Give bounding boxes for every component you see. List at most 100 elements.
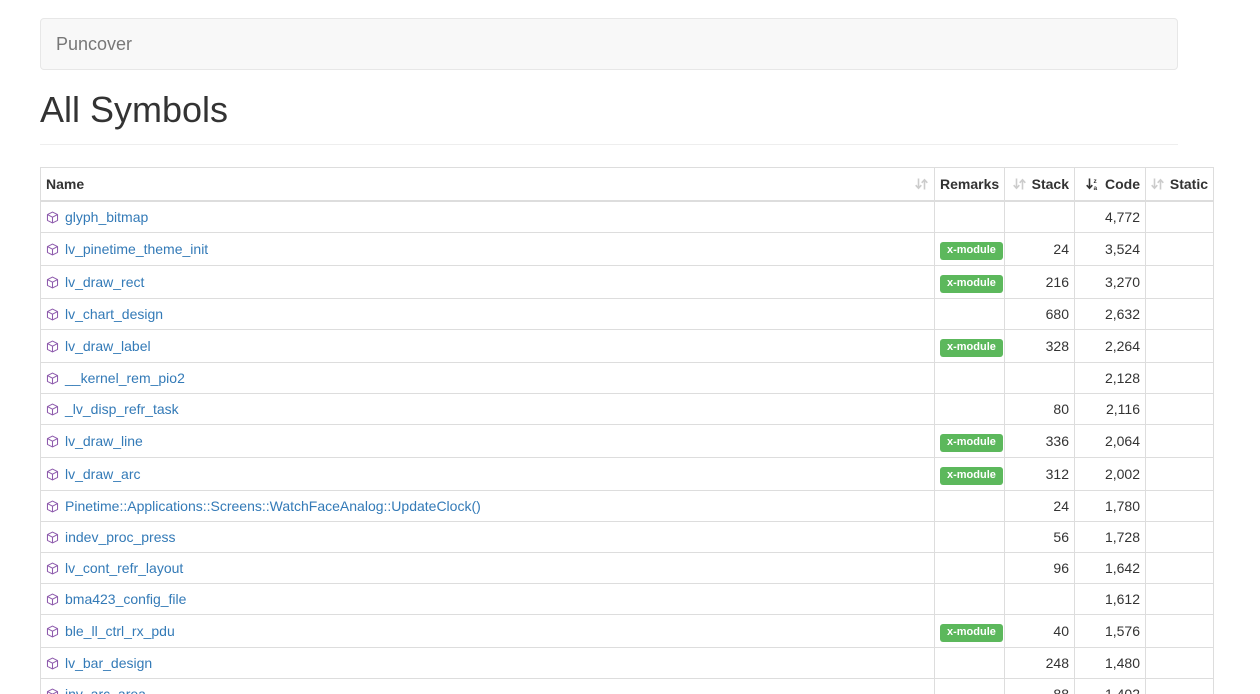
code-cell: 1,728: [1075, 522, 1146, 553]
static-cell: [1146, 679, 1214, 694]
table-row: lv_draw_line x-module3362,064: [41, 425, 1214, 458]
static-cell: [1146, 330, 1214, 363]
column-header-code[interactable]: za Code: [1075, 168, 1146, 202]
symbol-link[interactable]: lv_draw_arc: [65, 464, 140, 484]
static-cell: [1146, 553, 1214, 584]
stack-cell: 336: [1005, 425, 1075, 458]
symbols-table-body: glyph_bitmap4,772lv_pinetime_theme_initx…: [41, 201, 1214, 694]
stack-cell: 96: [1005, 553, 1075, 584]
symbol-link[interactable]: lv_draw_rect: [65, 272, 144, 292]
symbol-name-cell: inv_arc_area: [41, 679, 935, 694]
table-row: lv_draw_arcx-module3122,002: [41, 458, 1214, 491]
cube-icon: [46, 657, 59, 670]
remarks-cell: [935, 363, 1005, 394]
sort-desc-icon: za: [1085, 177, 1100, 191]
code-cell: 1,642: [1075, 553, 1146, 584]
stack-cell: [1005, 584, 1075, 615]
cube-icon: [46, 531, 59, 544]
symbol-name-cell: lv_chart_design: [41, 299, 935, 330]
symbol-link[interactable]: inv_arc_area: [65, 684, 146, 694]
stack-cell: 56: [1005, 522, 1075, 553]
symbol-name-cell: Pinetime::Applications::Screens::WatchFa…: [41, 491, 935, 522]
code-cell: 2,064: [1075, 425, 1146, 458]
column-header-name[interactable]: Name: [41, 168, 935, 202]
svg-text:a: a: [1094, 185, 1098, 191]
table-row: lv_bar_design2481,480: [41, 648, 1214, 679]
cube-icon: [46, 276, 59, 289]
symbol-name-cell: lv_pinetime_theme_init: [41, 233, 935, 266]
cube-icon: [46, 211, 59, 224]
remarks-cell: x-module: [935, 615, 1005, 648]
static-cell: [1146, 615, 1214, 648]
static-cell: [1146, 266, 1214, 299]
x-module-badge: x-module: [940, 275, 1003, 293]
code-cell: 2,002: [1075, 458, 1146, 491]
table-row: lv_draw_labelx-module3282,264: [41, 330, 1214, 363]
symbol-link[interactable]: Pinetime::Applications::Screens::WatchFa…: [65, 496, 481, 516]
symbol-name-cell: ble_ll_ctrl_rx_pdu: [41, 615, 935, 648]
static-cell: [1146, 522, 1214, 553]
symbol-link[interactable]: bma423_config_file: [65, 589, 186, 609]
remarks-cell: [935, 201, 1005, 233]
x-module-badge: x-module: [940, 434, 1003, 452]
stack-cell: 88: [1005, 679, 1075, 694]
symbol-name-cell: bma423_config_file: [41, 584, 935, 615]
static-cell: [1146, 584, 1214, 615]
symbol-link[interactable]: lv_draw_label: [65, 336, 151, 356]
divider: [40, 144, 1178, 145]
symbol-name-cell: _lv_disp_refr_task: [41, 394, 935, 425]
cube-icon: [46, 688, 59, 694]
symbol-link[interactable]: lv_bar_design: [65, 653, 152, 673]
symbol-link[interactable]: ble_ll_ctrl_rx_pdu: [65, 621, 175, 641]
code-cell: 1,780: [1075, 491, 1146, 522]
symbol-link[interactable]: lv_pinetime_theme_init: [65, 239, 208, 259]
remarks-cell: [935, 299, 1005, 330]
table-row: bma423_config_file 1,612: [41, 584, 1214, 615]
symbol-name-cell: glyph_bitmap: [41, 201, 935, 233]
symbol-link[interactable]: indev_proc_press: [65, 527, 176, 547]
remarks-cell: x-module: [935, 233, 1005, 266]
static-cell: [1146, 394, 1214, 425]
code-cell: 1,576: [1075, 615, 1146, 648]
static-cell: [1146, 299, 1214, 330]
cube-icon: [46, 243, 59, 256]
cube-icon: [46, 435, 59, 448]
code-cell: 2,128: [1075, 363, 1146, 394]
table-row: lv_draw_rectx-module2163,270: [41, 266, 1214, 299]
symbol-link[interactable]: glyph_bitmap: [65, 207, 148, 227]
page-title: All Symbols: [40, 90, 1260, 130]
code-cell: 2,264: [1075, 330, 1146, 363]
cube-icon: [46, 340, 59, 353]
stack-cell: 40: [1005, 615, 1075, 648]
symbol-link[interactable]: _lv_disp_refr_task: [65, 399, 179, 419]
code-cell: 1,612: [1075, 584, 1146, 615]
cube-icon: [46, 372, 59, 385]
x-module-badge: x-module: [940, 467, 1003, 485]
x-module-badge: x-module: [940, 624, 1003, 642]
table-row: lv_chart_design6802,632: [41, 299, 1214, 330]
stack-cell: 216: [1005, 266, 1075, 299]
remarks-cell: [935, 648, 1005, 679]
symbol-name-cell: lv_draw_arc: [41, 458, 935, 491]
symbol-link[interactable]: lv_draw_line: [65, 431, 143, 451]
cube-icon: [46, 593, 59, 606]
stack-cell: 24: [1005, 233, 1075, 266]
stack-cell: 80: [1005, 394, 1075, 425]
code-cell: 3,524: [1075, 233, 1146, 266]
navbar-brand-link[interactable]: Puncover: [41, 19, 147, 69]
x-module-badge: x-module: [940, 242, 1003, 260]
column-header-static[interactable]: Static: [1146, 168, 1214, 202]
stack-cell: 248: [1005, 648, 1075, 679]
static-cell: [1146, 363, 1214, 394]
column-header-remarks[interactable]: Remarks: [935, 168, 1005, 202]
symbol-link[interactable]: __kernel_rem_pio2: [65, 368, 185, 388]
remarks-cell: [935, 522, 1005, 553]
symbol-link[interactable]: lv_chart_design: [65, 304, 163, 324]
stack-cell: 680: [1005, 299, 1075, 330]
symbol-link[interactable]: lv_cont_refr_layout: [65, 558, 183, 578]
symbol-name-cell: __kernel_rem_pio2: [41, 363, 935, 394]
svg-text:z: z: [1094, 178, 1098, 185]
table-row: Pinetime::Applications::Screens::WatchFa…: [41, 491, 1214, 522]
static-cell: [1146, 458, 1214, 491]
column-header-stack[interactable]: Stack: [1005, 168, 1075, 202]
